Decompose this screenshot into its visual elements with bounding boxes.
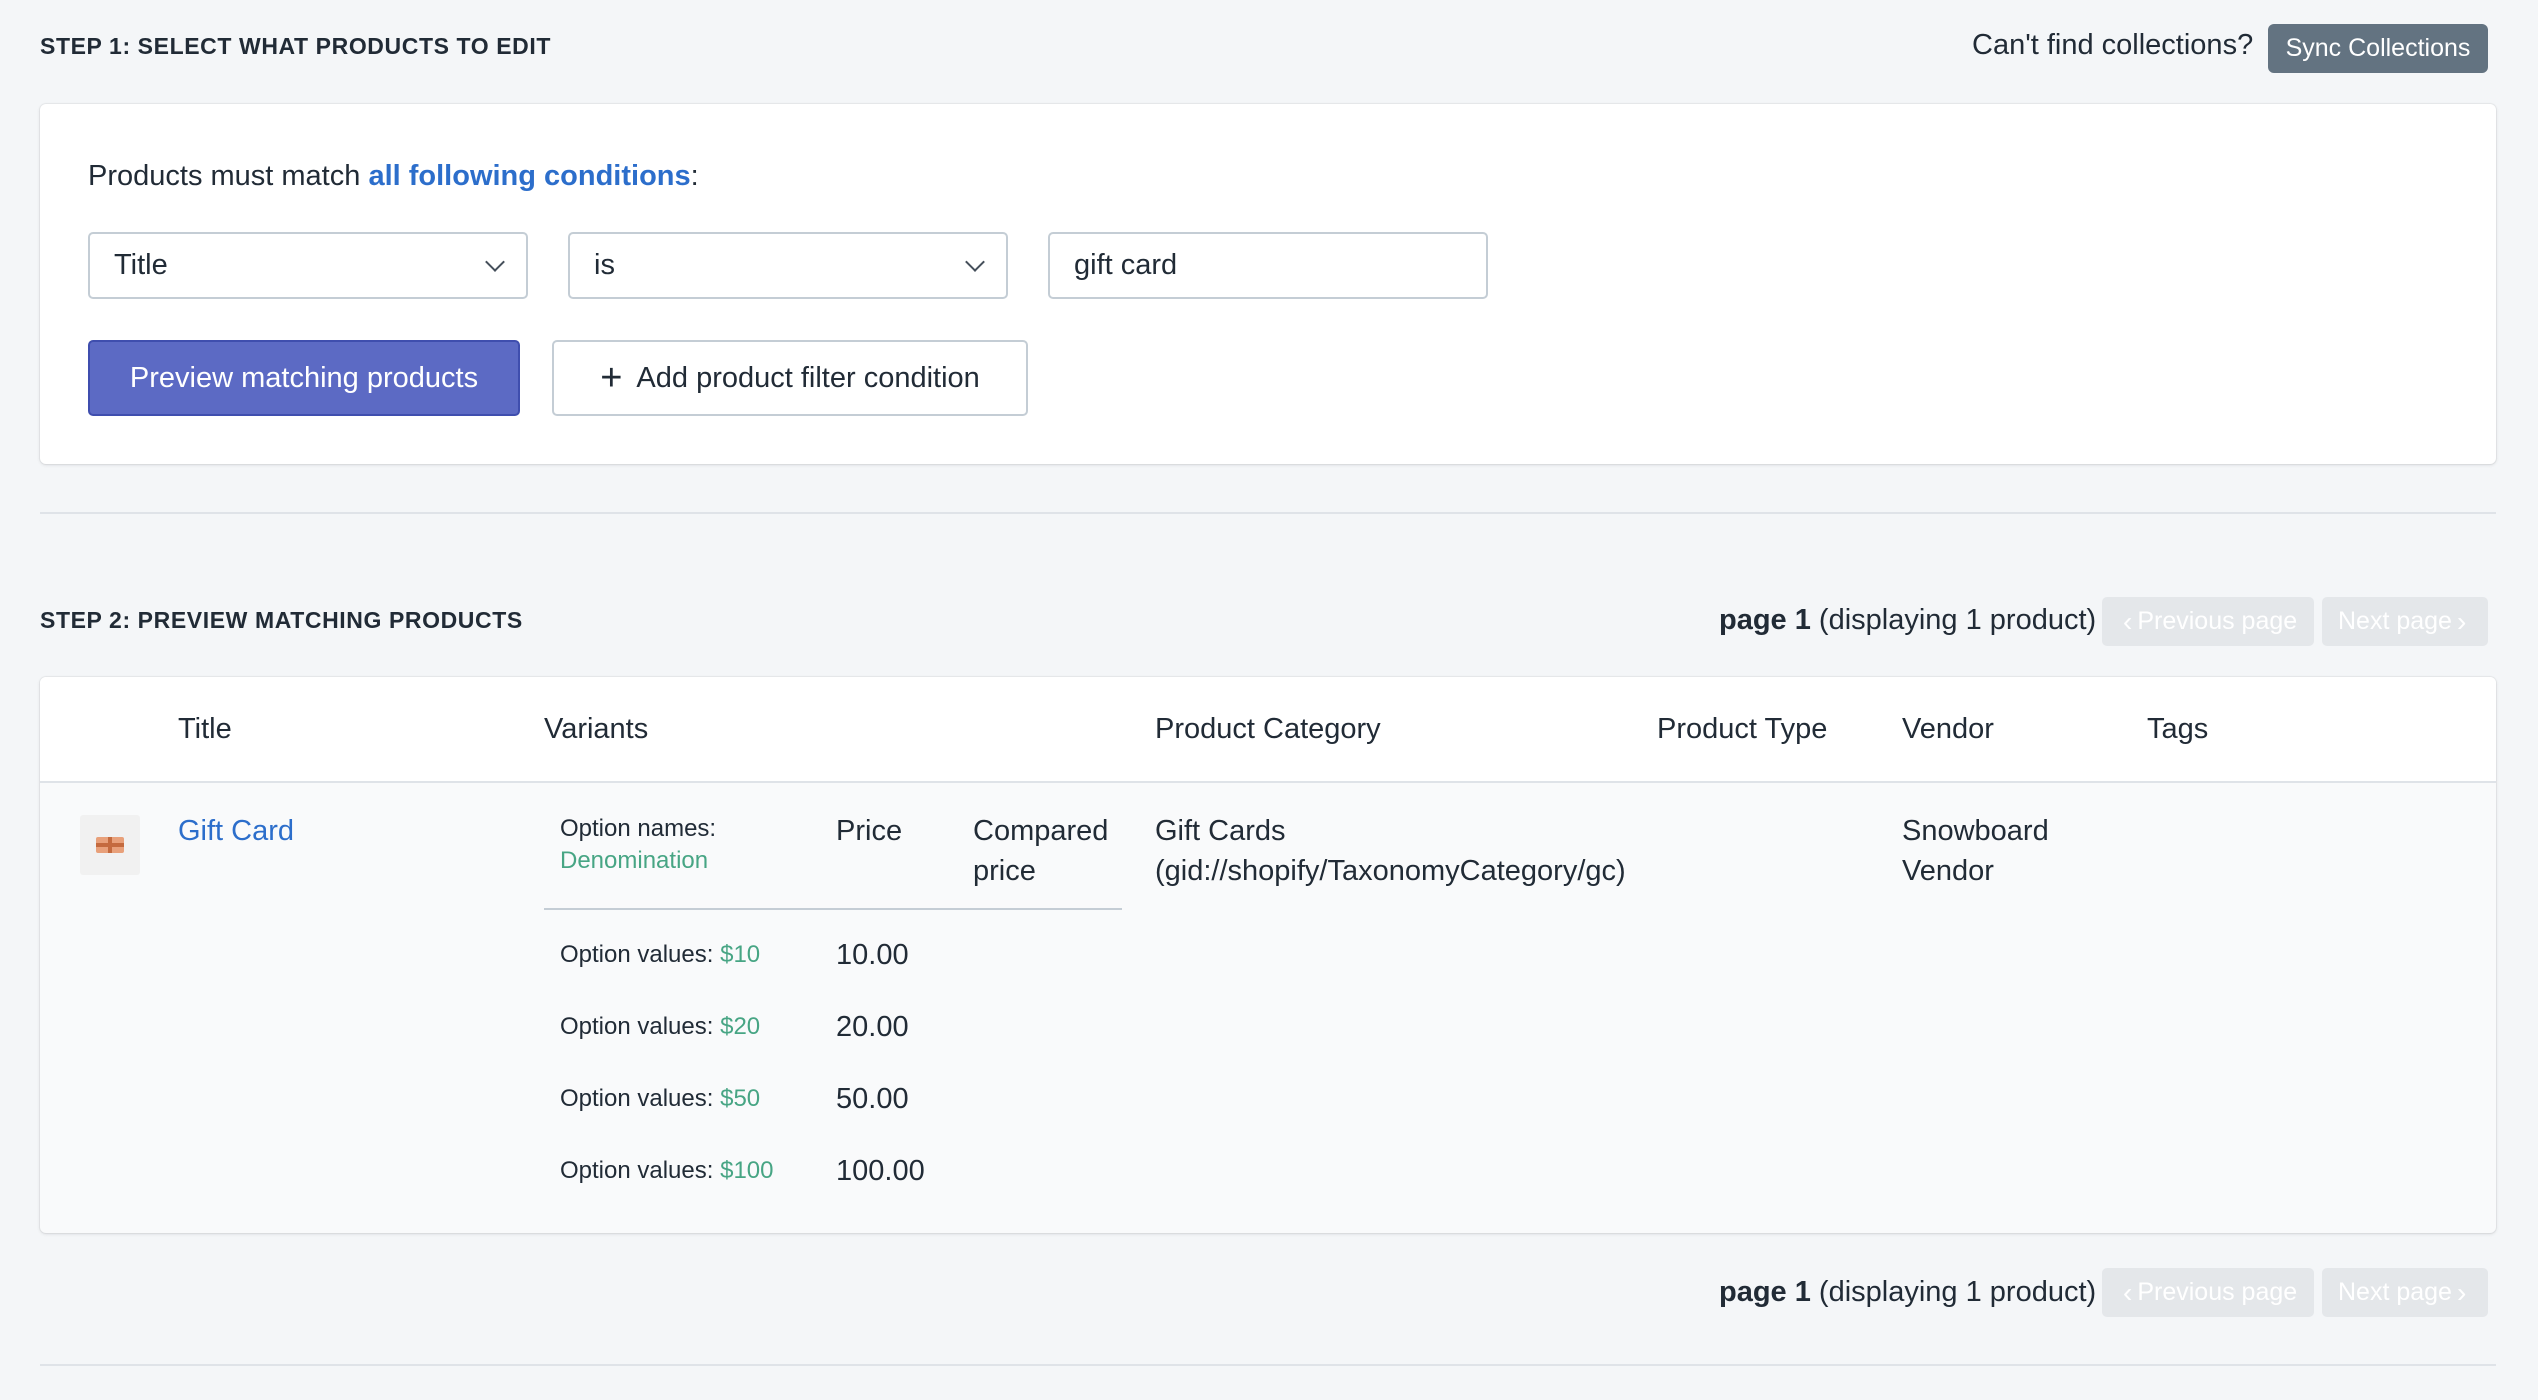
page-number: page 1 <box>1719 1276 1811 1308</box>
match-prefix: Products must match <box>88 160 369 192</box>
plus-icon: + <box>600 357 623 399</box>
next-page-label: Next page <box>2338 1278 2452 1306</box>
step1-title: STEP 1: SELECT WHAT PRODUCTS TO EDIT <box>40 33 552 59</box>
page-number: page 1 <box>1719 604 1811 636</box>
previous-page-label: Previous page <box>2137 607 2298 635</box>
option-value: $20 <box>720 1013 761 1040</box>
compared-header-line2: price <box>973 855 1036 887</box>
option-values-label: Option values: <box>560 1085 721 1112</box>
chevron-left-icon: ‹ <box>2123 605 2133 637</box>
option-values-label: Option values: <box>560 1157 721 1184</box>
pagination-info-bottom: page 1 (displaying 1 product) <box>1719 1276 2096 1309</box>
variant-price: 100.00 <box>836 1155 925 1187</box>
product-category-cell: Gift Cards (gid://shopify/TaxonomyCatego… <box>1155 811 1626 891</box>
price-header: Price <box>836 815 903 847</box>
next-page-button-bottom[interactable]: Next page › <box>2322 1268 2488 1317</box>
variant-price: 10.00 <box>836 939 909 971</box>
chevron-left-icon: ‹ <box>2123 1276 2133 1308</box>
add-filter-condition-label: Add product filter condition <box>636 361 980 394</box>
option-value: $50 <box>720 1085 761 1112</box>
chevron-down-icon <box>965 251 985 272</box>
page-detail: (displaying 1 product) <box>1810 1276 2097 1308</box>
operator-select[interactable]: is <box>568 232 1008 299</box>
variant-option-values: Option values: $10 <box>560 941 760 969</box>
vendor-line1: Snowboard <box>1902 815 2049 847</box>
field-select-value: Title <box>114 249 168 281</box>
next-page-label: Next page <box>2338 607 2452 635</box>
all-conditions-link[interactable]: all following conditions <box>368 160 690 192</box>
option-values-label: Option values: <box>560 941 721 968</box>
header-product-category: Product Category <box>1155 713 1381 745</box>
field-select[interactable]: Title <box>88 232 528 299</box>
variant-option-values: Option values: $50 <box>560 1085 760 1113</box>
table-row: Gift Card Option names: Denomination Pri… <box>40 783 2496 1233</box>
pagination-info-top: page 1 (displaying 1 product) <box>1719 604 2096 637</box>
option-names-label: Option names: <box>560 815 717 842</box>
header-variants: Variants <box>544 713 649 745</box>
products-table: Title Variants Product Category Product … <box>40 677 2496 1233</box>
step2-title: STEP 2: PREVIEW MATCHING PRODUCTS <box>40 607 523 633</box>
section-divider-bottom <box>40 1364 2496 1366</box>
compared-header-line1: Compared <box>973 815 1109 847</box>
header-title: Title <box>178 713 232 745</box>
table-header: Title Variants Product Category Product … <box>40 677 2496 781</box>
previous-page-button-bottom[interactable]: ‹ Previous page <box>2102 1268 2314 1317</box>
match-suffix: : <box>690 160 699 192</box>
product-title-link[interactable]: Gift Card <box>178 811 294 851</box>
variant-option-values: Option values: $20 <box>560 1013 760 1041</box>
filter-value-input[interactable] <box>1048 232 1488 299</box>
option-values-label: Option values: <box>560 1013 721 1040</box>
operator-select-value: is <box>594 249 615 281</box>
category-name: Gift Cards <box>1155 815 1286 847</box>
match-conditions-text: Products must match all following condit… <box>88 160 699 193</box>
previous-page-label: Previous page <box>2137 1278 2298 1306</box>
header-tags: Tags <box>2147 713 2209 745</box>
variant-price: 50.00 <box>836 1083 909 1115</box>
option-value: $100 <box>720 1157 774 1184</box>
header-vendor: Vendor <box>1902 713 1994 745</box>
category-gid: (gid://shopify/TaxonomyCategory/gc) <box>1155 855 1626 887</box>
chevron-down-icon <box>485 251 505 272</box>
vendor-cell: Snowboard Vendor <box>1902 811 2049 891</box>
add-filter-condition-button[interactable]: + Add product filter condition <box>552 340 1028 416</box>
next-page-button-top[interactable]: Next page › <box>2322 597 2488 646</box>
variant-price: 20.00 <box>836 1011 909 1043</box>
page-detail: (displaying 1 product) <box>1810 604 2097 636</box>
chevron-right-icon: › <box>2456 1276 2467 1308</box>
option-name-value: Denomination <box>560 847 709 874</box>
product-thumbnail <box>80 815 140 875</box>
cant-find-collections-text: Can't find collections? <box>1972 29 2254 61</box>
option-value: $10 <box>720 941 761 968</box>
preview-matching-products-button[interactable]: Preview matching products <box>88 340 520 416</box>
gift-card-icon <box>96 837 124 853</box>
filter-card: Products must match all following condit… <box>40 104 2496 464</box>
header-product-type: Product Type <box>1657 713 1828 745</box>
sync-collections-button[interactable]: Sync Collections <box>2268 24 2488 73</box>
vendor-line2: Vendor <box>1902 855 1994 887</box>
variant-option-values: Option values: $100 <box>560 1157 773 1185</box>
variants-divider <box>544 908 1122 910</box>
previous-page-button-top[interactable]: ‹ Previous page <box>2102 597 2314 646</box>
compared-price-header: Compared price <box>973 811 1108 891</box>
chevron-right-icon: › <box>2456 605 2467 637</box>
section-divider <box>40 512 2496 514</box>
